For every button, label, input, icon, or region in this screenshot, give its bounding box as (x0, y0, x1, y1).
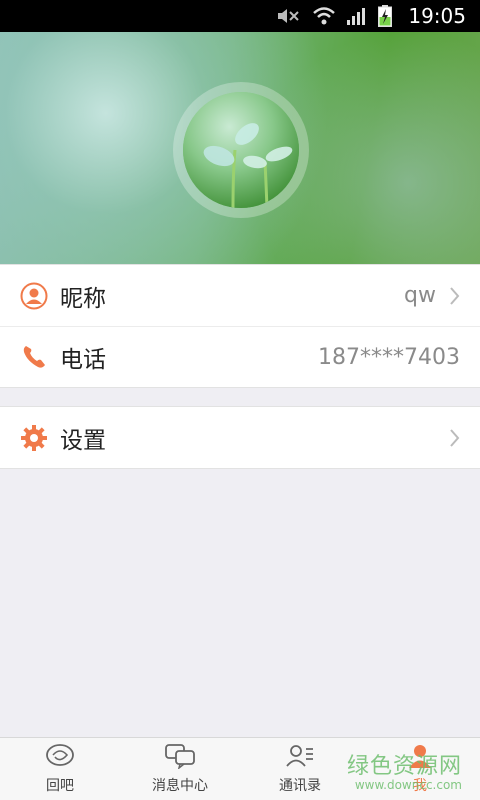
nav-item-messages[interactable]: 消息中心 (120, 738, 240, 800)
avatar-ring (173, 82, 309, 218)
phone-value: 187****7403 (318, 344, 460, 370)
nav-item-contacts[interactable]: 通讯录 (240, 738, 360, 800)
nickname-label: 昵称 (60, 285, 106, 312)
profile-header (0, 32, 480, 264)
phone-row[interactable]: 电话 187****7403 (0, 326, 480, 387)
person-icon (20, 282, 48, 310)
wifi-icon (312, 6, 336, 26)
chat-bubble-icon (45, 743, 75, 773)
contacts-icon (285, 743, 315, 773)
nav-label-huiba: 回吧 (46, 778, 74, 794)
phone-label: 电话 (60, 347, 106, 373)
profile-info-group: 昵称 qw 电话 187****7403 (0, 264, 480, 388)
status-bar: 19:05 (0, 0, 480, 32)
nav-label-messages: 消息中心 (152, 778, 208, 794)
settings-group: 设置 (0, 406, 480, 469)
settings-label: 设置 (60, 427, 106, 454)
phone-icon (20, 343, 48, 371)
bottom-nav: 回吧 消息中心 通讯录 我 (0, 737, 480, 800)
signal-icon (346, 6, 368, 26)
battery-charging-icon (378, 5, 393, 27)
status-time: 19:05 (408, 4, 466, 28)
nav-label-me: 我 (413, 778, 427, 794)
me-icon (405, 743, 435, 773)
nav-item-huiba[interactable]: 回吧 (0, 738, 120, 800)
nickname-row[interactable]: 昵称 qw (0, 265, 480, 326)
messages-icon (164, 743, 196, 773)
gear-icon (20, 424, 48, 452)
nav-item-me[interactable]: 我 (360, 738, 480, 800)
app-screen: 19:05 昵称 qw 电话 187****7403 设置 回吧 消息中心 通讯… (0, 0, 480, 800)
settings-row[interactable]: 设置 (0, 407, 480, 468)
avatar[interactable] (183, 92, 299, 208)
chevron-right-icon (450, 286, 460, 305)
nav-label-contacts: 通讯录 (279, 778, 321, 794)
nickname-value: qw (404, 283, 436, 308)
chevron-right-icon (450, 428, 460, 447)
mute-icon (276, 7, 302, 25)
